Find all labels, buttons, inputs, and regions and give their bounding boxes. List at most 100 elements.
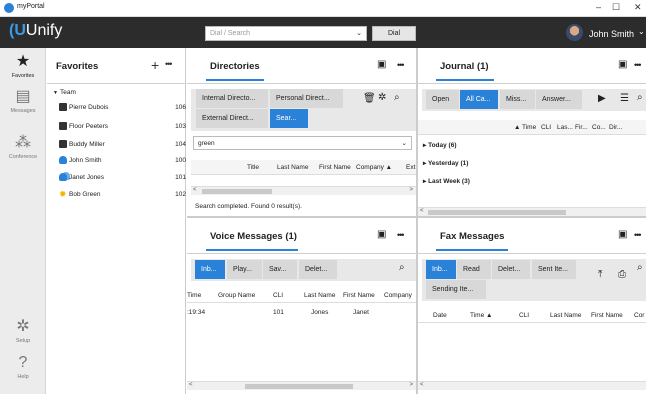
tab-external-directory[interactable]: External Direct... bbox=[196, 109, 268, 128]
column-cli[interactable]: CLI bbox=[519, 308, 529, 322]
directory-search-field[interactable]: green ⌄ bbox=[193, 136, 412, 150]
column-first-name[interactable]: Fir... bbox=[575, 120, 588, 134]
column-time[interactable]: Time ▲ bbox=[470, 308, 492, 322]
column-company[interactable]: Co... bbox=[592, 120, 606, 134]
scroll-thumb[interactable] bbox=[245, 384, 353, 389]
favorite-item[interactable]: ✹ Bob Green 102 bbox=[47, 188, 186, 201]
favorite-item[interactable]: Pierre Dubois 106 bbox=[47, 101, 186, 114]
list-icon[interactable]: ☰ bbox=[620, 93, 629, 104]
horizontal-splitter[interactable] bbox=[187, 216, 646, 218]
gear-icon[interactable]: ✲ bbox=[378, 92, 386, 103]
close-button[interactable]: ✕ bbox=[634, 2, 642, 13]
fax-icon[interactable]: ⎙ bbox=[618, 269, 626, 280]
user-name[interactable]: John Smith bbox=[589, 29, 634, 39]
tab-inbox[interactable]: Inb... bbox=[195, 260, 225, 279]
tab-deleted[interactable]: Delet... bbox=[492, 260, 530, 279]
horizontal-scrollbar[interactable]: < > bbox=[191, 186, 416, 195]
column-time[interactable]: Time bbox=[187, 288, 201, 302]
more-icon[interactable]: ••• bbox=[397, 60, 405, 70]
journal-group[interactable]: ▸ Yesterday (1) bbox=[423, 159, 468, 167]
scroll-left-icon[interactable]: < bbox=[193, 187, 197, 193]
column-date[interactable]: Date bbox=[433, 308, 447, 322]
column-cli[interactable]: CLI bbox=[273, 288, 283, 302]
table-row[interactable]: :19:34 101 Jones Janet bbox=[187, 305, 416, 321]
column-title[interactable]: Title bbox=[247, 160, 259, 174]
horizontal-scrollbar[interactable]: < bbox=[418, 207, 646, 216]
tab-saved[interactable]: Sav... bbox=[263, 260, 297, 279]
search-icon[interactable]: ⌕ bbox=[637, 92, 643, 103]
nav-help[interactable]: ? Help bbox=[0, 354, 46, 380]
tab-sent-items[interactable]: Sent Ite... bbox=[532, 260, 576, 279]
column-direction[interactable]: Dir... bbox=[609, 120, 622, 134]
scroll-right-icon[interactable]: > bbox=[409, 187, 413, 193]
user-menu-chevron-icon[interactable]: ⌄ bbox=[638, 27, 645, 36]
export-icon[interactable]: ▶ bbox=[598, 93, 606, 104]
vertical-splitter[interactable] bbox=[416, 48, 418, 394]
dial-search-input[interactable]: Dial / Search ⌄ bbox=[205, 26, 367, 41]
favorite-item[interactable]: Floor Peeters 103 bbox=[47, 120, 186, 133]
maximize-button[interactable]: ☐ bbox=[612, 2, 620, 13]
favorite-item[interactable]: John Smith 100 bbox=[47, 154, 186, 167]
favorites-group[interactable]: ▼ Team bbox=[47, 87, 186, 100]
tab-read[interactable]: Read bbox=[457, 260, 491, 279]
scroll-left-icon[interactable]: < bbox=[420, 208, 424, 214]
column-company[interactable]: Company ▲ bbox=[356, 160, 392, 174]
horizontal-scrollbar[interactable]: < bbox=[418, 381, 646, 390]
favorite-item[interactable]: Janet Jones 101 bbox=[47, 171, 186, 184]
more-icon[interactable]: ••• bbox=[397, 230, 405, 240]
more-icon[interactable]: ••• bbox=[634, 60, 642, 70]
dial-button[interactable]: Dial bbox=[372, 26, 416, 41]
tab-personal-directory[interactable]: Personal Direct... bbox=[270, 89, 343, 108]
search-icon[interactable]: ⌕ bbox=[399, 262, 405, 273]
column-company[interactable]: Cor bbox=[634, 308, 644, 322]
column-first-name[interactable]: First Name bbox=[319, 160, 351, 174]
column-time[interactable]: Time bbox=[522, 120, 536, 134]
minimize-button[interactable]: – bbox=[596, 2, 601, 12]
tab-internal-directory[interactable]: Internal Directo... bbox=[196, 89, 268, 108]
search-icon[interactable]: ⌕ bbox=[394, 92, 400, 103]
journal-group[interactable]: ▸ Today (6) bbox=[423, 141, 457, 149]
tab-inbox[interactable]: Inb... bbox=[426, 260, 456, 279]
add-favorite-button[interactable]: + bbox=[151, 57, 159, 73]
column-last-name[interactable]: Last Name bbox=[277, 160, 308, 174]
scroll-left-icon[interactable]: < bbox=[420, 382, 424, 388]
avatar[interactable] bbox=[566, 24, 583, 41]
column-last-name[interactable]: Las... bbox=[557, 120, 573, 134]
layout-icon[interactable]: ▣ bbox=[618, 229, 627, 240]
chevron-down-icon[interactable]: ⌄ bbox=[402, 139, 407, 147]
layout-icon[interactable]: ▣ bbox=[618, 59, 627, 70]
scroll-right-icon[interactable]: > bbox=[409, 382, 413, 388]
column-ext[interactable]: Ext bbox=[406, 160, 415, 174]
tab-search[interactable]: Sear... bbox=[270, 109, 308, 128]
layout-icon[interactable]: ▣ bbox=[377, 59, 386, 70]
column-last-name[interactable]: Last Name bbox=[550, 308, 581, 322]
nav-setup[interactable]: ✲ Setup bbox=[0, 318, 46, 344]
column-first-name[interactable]: First Name bbox=[591, 308, 623, 322]
more-icon[interactable]: ••• bbox=[165, 59, 173, 69]
column-sort-indicator[interactable]: ▲ bbox=[514, 120, 520, 134]
delete-icon[interactable]: 🗑 bbox=[363, 93, 376, 104]
tab-deleted[interactable]: Delet... bbox=[299, 260, 337, 279]
favorite-item[interactable]: Buddy Miller 104 bbox=[47, 138, 186, 151]
more-icon[interactable]: ••• bbox=[634, 230, 642, 240]
scroll-thumb[interactable] bbox=[202, 189, 272, 194]
upload-icon[interactable]: ⤒ bbox=[598, 269, 602, 280]
nav-messages[interactable]: ▤ Messages bbox=[0, 88, 46, 114]
tab-answered[interactable]: Answer... bbox=[536, 90, 582, 109]
tab-open[interactable]: Open bbox=[426, 90, 459, 109]
chevron-down-icon[interactable]: ⌄ bbox=[356, 29, 362, 37]
nav-conference[interactable]: ⁂ Conference bbox=[0, 134, 46, 160]
column-company[interactable]: Company bbox=[384, 288, 412, 302]
column-first-name[interactable]: First Name bbox=[343, 288, 375, 302]
column-cli[interactable]: CLI bbox=[541, 120, 551, 134]
search-icon[interactable]: ⌕ bbox=[637, 262, 643, 273]
tab-missed[interactable]: Miss... bbox=[500, 90, 535, 109]
column-group-name[interactable]: Group Name bbox=[218, 288, 255, 302]
nav-favorites[interactable]: ★ Favorites bbox=[0, 53, 46, 79]
scroll-left-icon[interactable]: < bbox=[189, 382, 193, 388]
tab-played[interactable]: Play... bbox=[227, 260, 262, 279]
journal-group[interactable]: ▸ Last Week (3) bbox=[423, 177, 470, 185]
layout-icon[interactable]: ▣ bbox=[377, 229, 386, 240]
scroll-thumb[interactable] bbox=[428, 210, 566, 215]
tab-all-calls[interactable]: All Ca... bbox=[460, 90, 498, 109]
